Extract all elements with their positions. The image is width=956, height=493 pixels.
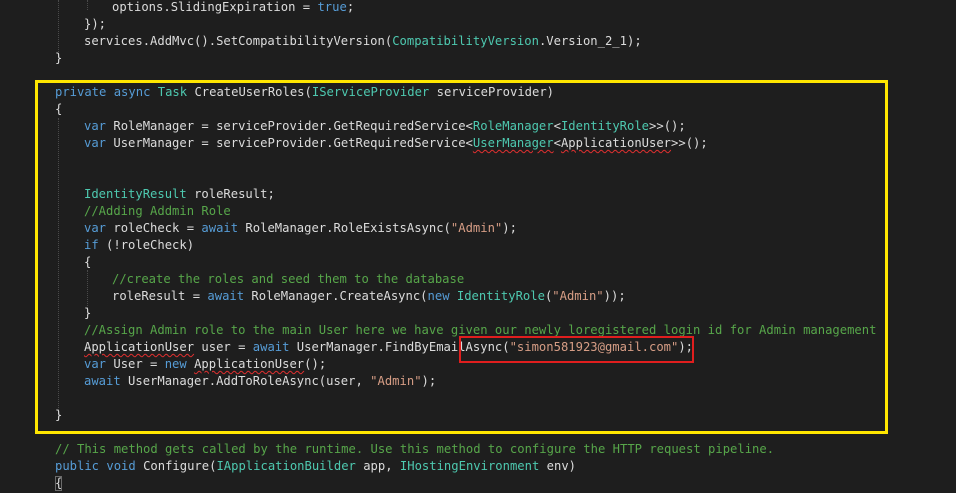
code-line-1[interactable]: options.SlidingExpiration = true; [112, 0, 354, 16]
code-line-22[interactable]: // This method gets called by the runtim… [55, 441, 774, 458]
code-line-2[interactable]: }); [84, 16, 106, 33]
code-line-4[interactable]: } [55, 50, 62, 67]
code-text: Configure( [135, 459, 217, 473]
highlight-box-method [35, 80, 888, 434]
keyword: true [317, 0, 347, 14]
type-name: IApplicationBuilder [216, 459, 356, 473]
type-name: IHostingEnvironment [399, 459, 540, 473]
code-text: options.SlidingExpiration = [112, 0, 318, 14]
indent-guide [58, 0, 59, 52]
code-line-3[interactable]: services.AddMvc().SetCompatibilityVersio… [84, 33, 642, 50]
code-text: app, [355, 459, 400, 473]
code-editor[interactable]: options.SlidingExpiration = true; }); se… [0, 0, 956, 493]
code-text: ; [346, 0, 355, 14]
code-text: services.AddMvc().SetCompatibilityVersio… [84, 34, 393, 48]
type-name: CompatibilityVersion [392, 34, 539, 48]
indent-guide [87, 0, 88, 10]
code-text: env) [539, 459, 577, 473]
code-text: .Version_2_1); [538, 34, 642, 48]
keyword: void [106, 459, 136, 473]
keyword: public [55, 459, 100, 473]
code-line-23[interactable]: public void Configure(IApplicationBuilde… [55, 458, 576, 475]
highlight-box-email [459, 336, 694, 363]
text-cursor [55, 476, 62, 491]
